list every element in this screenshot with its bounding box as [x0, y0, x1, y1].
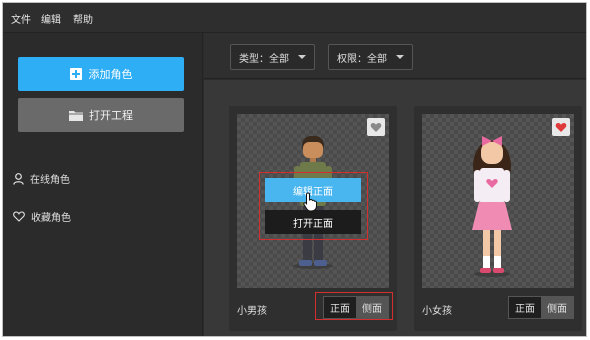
add-role-label: 添加角色 [88, 68, 133, 81]
chevron-down-icon [396, 55, 404, 59]
character-card-girl[interactable]: 小女孩 正面 侧面 [414, 106, 582, 331]
permission-filter-dropdown[interactable]: 权限：全部 [328, 44, 413, 70]
online-roles-label: 在线角色 [30, 175, 70, 186]
character-thumbnail[interactable] [422, 114, 574, 288]
favorite-roles-label: 收藏角色 [31, 213, 71, 224]
chevron-down-icon [298, 55, 306, 59]
character-name: 小男孩 [237, 306, 267, 317]
menu-bar: 文件 编辑 帮助 [3, 3, 586, 33]
heart-outline-icon [13, 211, 25, 222]
menu-file[interactable]: 文件 [11, 11, 31, 26]
side-view-button[interactable]: 侧面 [541, 297, 573, 318]
favorite-toggle-button[interactable] [367, 118, 385, 136]
type-filter-label: 类型：全部 [239, 53, 289, 65]
permission-filter-label: 权限：全部 [337, 53, 387, 65]
hand-cursor-icon [303, 192, 317, 212]
app-window: 文件 编辑 帮助 添加角色 打开工程 在线角色 收藏角色 类型：全部 权限：全部… [2, 2, 587, 337]
folder-icon [69, 110, 83, 121]
heart-icon [370, 122, 382, 132]
sidebar-item-favorite-roles[interactable]: 收藏角色 [13, 209, 71, 224]
character-card-boy[interactable]: 编辑正面 打开正面 小男孩 正面 侧面 [229, 106, 397, 331]
open-project-label: 打开工程 [89, 109, 133, 122]
plus-icon [69, 68, 82, 80]
open-project-button[interactable]: 打开工程 [18, 98, 184, 132]
menu-help[interactable]: 帮助 [73, 11, 93, 26]
filter-bar: 类型：全部 权限：全部 [204, 33, 586, 79]
type-filter-dropdown[interactable]: 类型：全部 [230, 44, 315, 70]
character-name: 小女孩 [422, 306, 452, 317]
girl-character-image [472, 136, 512, 277]
heart-filled-icon [555, 122, 567, 132]
menu-edit[interactable]: 编辑 [41, 11, 61, 26]
character-grid: 编辑正面 打开正面 小男孩 正面 侧面 小女孩 正面 侧面 [204, 80, 586, 336]
annotation-highlight-box [315, 292, 393, 320]
character-thumbnail[interactable]: 编辑正面 打开正面 [237, 114, 389, 288]
sidebar-item-online-roles[interactable]: 在线角色 [13, 171, 70, 186]
add-role-button[interactable]: 添加角色 [18, 57, 184, 91]
sidebar: 添加角色 打开工程 在线角色 收藏角色 [3, 33, 203, 336]
user-icon [13, 172, 24, 185]
view-toggle: 正面 侧面 [508, 296, 574, 319]
front-view-button[interactable]: 正面 [509, 297, 541, 318]
favorite-toggle-button[interactable] [552, 118, 570, 136]
